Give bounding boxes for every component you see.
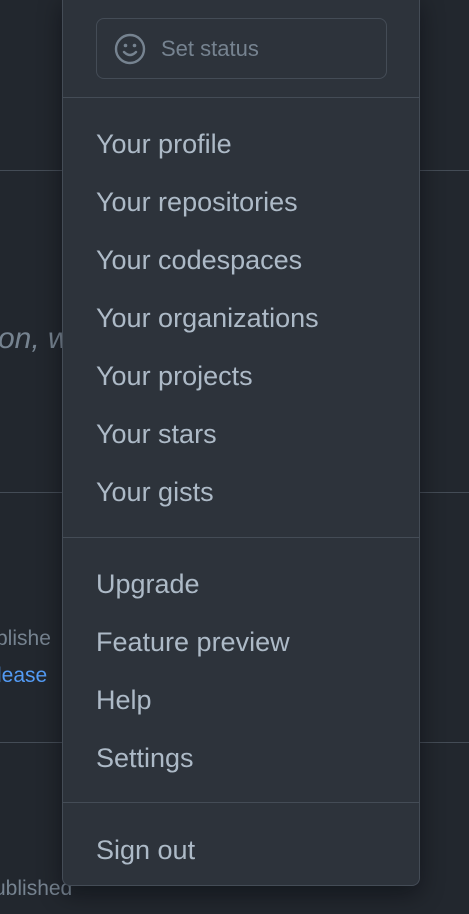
background-description-fragment: on, w bbox=[0, 322, 70, 355]
menu-item-your-projects[interactable]: Your projects bbox=[96, 359, 253, 393]
user-dropdown-menu: Set status Your profile Your repositorie… bbox=[62, 0, 420, 886]
menu-divider bbox=[63, 97, 419, 98]
background-published-fragment: ublished bbox=[0, 877, 73, 900]
menu-divider bbox=[63, 802, 419, 803]
set-status-label: Set status bbox=[161, 35, 259, 61]
menu-item-feature-preview[interactable]: Feature preview bbox=[96, 625, 290, 659]
menu-item-your-repositories[interactable]: Your repositories bbox=[96, 185, 298, 219]
menu-item-your-profile[interactable]: Your profile bbox=[96, 127, 232, 161]
menu-item-your-gists[interactable]: Your gists bbox=[96, 475, 214, 509]
menu-item-your-organizations[interactable]: Your organizations bbox=[96, 301, 319, 335]
menu-item-help[interactable]: Help bbox=[96, 683, 152, 717]
menu-item-your-stars[interactable]: Your stars bbox=[96, 417, 217, 451]
menu-item-settings[interactable]: Settings bbox=[96, 741, 194, 775]
set-status-button[interactable]: Set status bbox=[96, 18, 387, 79]
menu-item-your-codespaces[interactable]: Your codespaces bbox=[96, 243, 302, 277]
background-release-link[interactable]: lease bbox=[0, 664, 47, 688]
menu-item-sign-out[interactable]: Sign out bbox=[96, 833, 195, 867]
menu-item-upgrade[interactable]: Upgrade bbox=[96, 567, 200, 601]
background-published-fragment: blishe bbox=[0, 627, 51, 650]
smiley-icon bbox=[113, 32, 147, 66]
menu-divider bbox=[63, 537, 419, 538]
